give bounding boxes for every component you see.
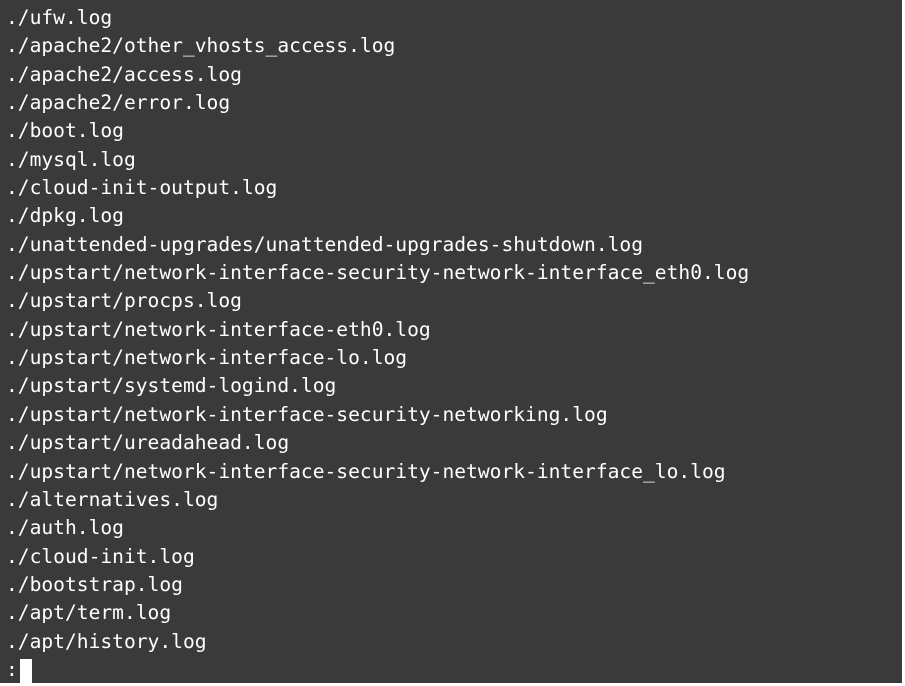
output-line: ./upstart/systemd-logind.log [6, 374, 337, 398]
output-line: ./upstart/network-interface-security-net… [6, 402, 608, 426]
pager-prompt[interactable]: : [6, 656, 32, 683]
output-line: ./mysql.log [6, 147, 136, 171]
output-line: ./apache2/other_vhosts_access.log [6, 34, 396, 58]
terminal-window[interactable]: ./ufw.log ./apache2/other_vhosts_access.… [0, 0, 905, 686]
output-line: ./cloud-init.log [6, 544, 195, 568]
output-line: ./apt/history.log [6, 629, 207, 653]
output-line: ./upstart/network-interface-eth0.log [6, 317, 431, 341]
text-cursor [19, 659, 32, 683]
output-line: ./upstart/ureadahead.log [6, 431, 290, 455]
output-line: ./apache2/access.log [6, 62, 242, 86]
output-line: ./upstart/network-interface-security-net… [6, 261, 750, 285]
output-line: ./dpkg.log [6, 204, 124, 228]
pager-prompt-char: : [6, 658, 18, 681]
output-line: ./ufw.log [6, 6, 113, 29]
output-line: ./alternatives.log [6, 487, 219, 511]
output-line: ./upstart/network-interface-lo.log [6, 346, 408, 370]
output-line: ./upstart/procps.log [6, 289, 242, 313]
output-line: ./boot.log [6, 119, 124, 143]
output-line: ./apache2/error.log [6, 91, 231, 115]
output-line: ./cloud-init-output.log [6, 176, 278, 200]
output-line: ./upstart/network-interface-security-net… [6, 459, 726, 483]
terminal-output: ./ufw.log ./apache2/other_vhosts_access.… [6, 4, 749, 656]
output-line: ./apt/term.log [6, 601, 172, 625]
output-line: ./unattended-upgrades/unattended-upgrade… [6, 232, 644, 256]
output-line: ./bootstrap.log [6, 572, 183, 596]
output-line: ./auth.log [6, 516, 124, 540]
